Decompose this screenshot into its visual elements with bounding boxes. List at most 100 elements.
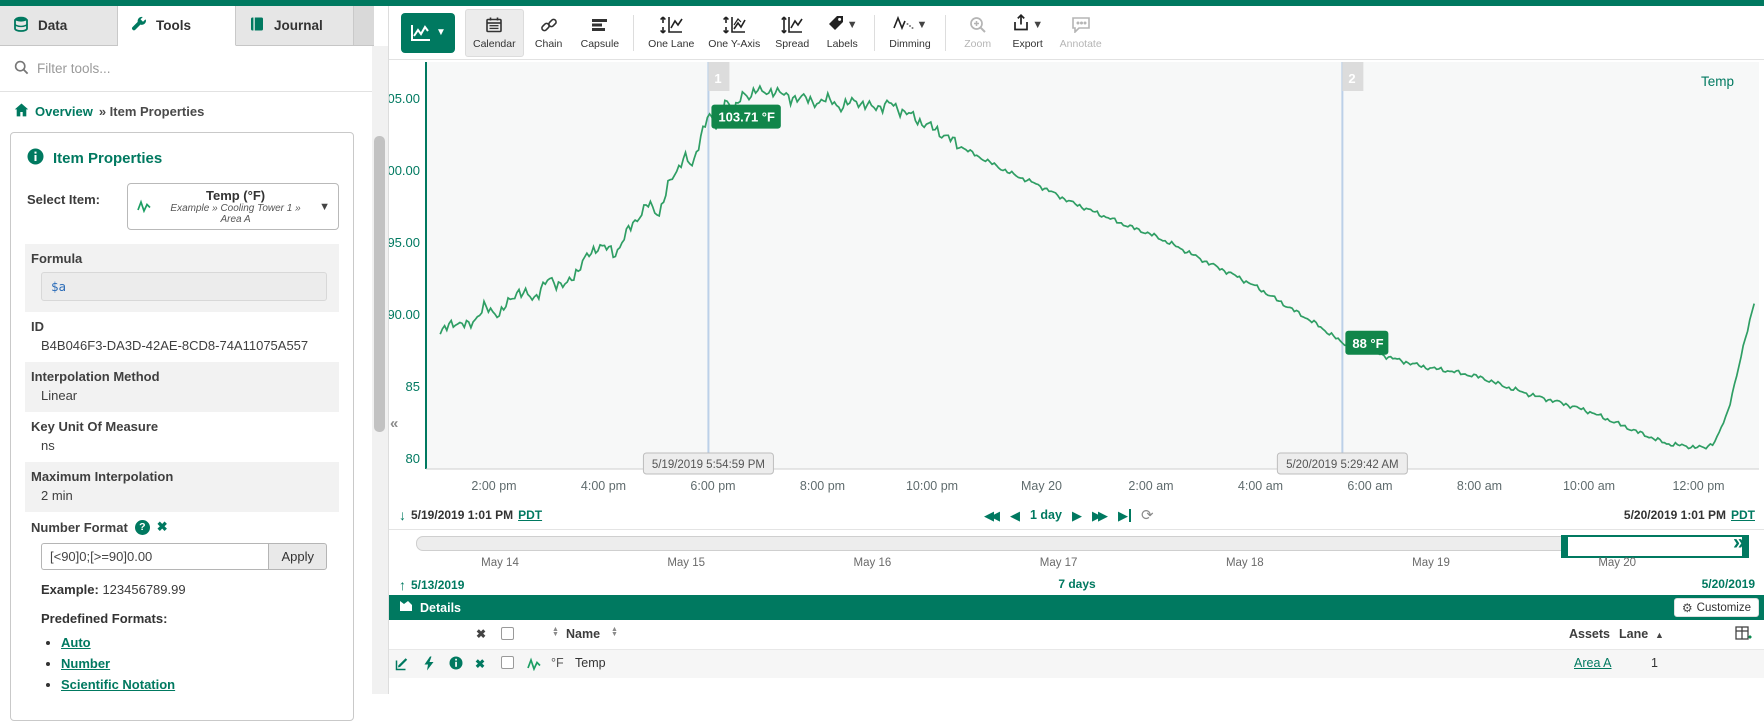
- display-range-start: 5/19/2019 1:01 PM: [411, 508, 513, 522]
- tool-annotate-label: Annotate: [1060, 38, 1102, 50]
- x-tick-label: 12:00 pm: [1672, 479, 1724, 493]
- divider: [389, 529, 1764, 530]
- tab-data[interactable]: Data: [0, 6, 118, 45]
- one-y-axis-icon: [722, 15, 746, 34]
- list-item: Auto: [61, 632, 331, 653]
- edit-icon[interactable]: [395, 656, 410, 674]
- step-forward-much-button[interactable]: ▶▶: [1092, 509, 1108, 522]
- tool-one-lane[interactable]: One Lane: [641, 9, 701, 57]
- format-number-link[interactable]: Number: [61, 656, 110, 671]
- column-name-header[interactable]: Name: [566, 627, 600, 641]
- customize-button[interactable]: ⚙ Customize: [1674, 598, 1759, 617]
- clear-format-icon[interactable]: ✖: [157, 519, 168, 535]
- home-icon[interactable]: [14, 103, 29, 120]
- x-tick-label: 2:00 am: [1128, 479, 1173, 493]
- y-tick-label: 100.00: [389, 163, 420, 178]
- max-interpolation-value: 2 min: [31, 484, 331, 503]
- tool-chain-label: Chain: [535, 38, 562, 50]
- range-axis-labels: May 14May 15May 16May 17May 18May 19May …: [389, 557, 1764, 573]
- investigate-start-date: 5/13/2019: [411, 578, 464, 592]
- sort-icon[interactable]: ▲▼: [552, 627, 559, 637]
- y-tick-label: 85: [406, 379, 420, 394]
- step-size-label[interactable]: 1 day: [1030, 508, 1062, 522]
- chevron-down-icon: ▼: [917, 19, 928, 31]
- tab-data-label: Data: [38, 18, 67, 33]
- help-icon[interactable]: ?: [135, 520, 150, 535]
- tool-chain[interactable]: Chain: [524, 9, 574, 57]
- asset-link[interactable]: Area A: [1574, 656, 1612, 670]
- tool-spread[interactable]: Spread: [767, 9, 817, 57]
- tool-labels[interactable]: ▼ Labels: [817, 9, 867, 57]
- lightning-icon[interactable]: [423, 656, 435, 674]
- example-value: 123456789.99: [102, 582, 185, 597]
- sidebar-collapse-handle[interactable]: «: [390, 413, 405, 435]
- filter-tools-input[interactable]: [37, 61, 317, 76]
- view-selector-button[interactable]: ▼: [401, 13, 455, 53]
- tool-zoom[interactable]: Zoom: [953, 9, 1003, 57]
- trend-chart[interactable]: 105.00100.0095.0090.0085802:00 pm4:00 pm…: [389, 60, 1764, 500]
- tool-annotate[interactable]: Annotate: [1053, 9, 1109, 57]
- step-back-much-button[interactable]: ◀◀: [984, 509, 1000, 522]
- format-auto-link[interactable]: Auto: [61, 635, 91, 650]
- sort-icon[interactable]: ▲▼: [611, 627, 618, 637]
- column-assets-header[interactable]: Assets: [1569, 627, 1610, 641]
- tool-one-y-axis[interactable]: One Y-Axis: [701, 9, 767, 57]
- select-all-checkbox[interactable]: [501, 627, 514, 640]
- tool-one-lane-label: One Lane: [648, 38, 694, 50]
- investigate-duration[interactable]: 7 days: [1058, 577, 1095, 591]
- formula-box[interactable]: $a: [41, 272, 327, 301]
- sidebar-scrollbar-thumb[interactable]: [374, 136, 385, 432]
- format-scientific-link[interactable]: Scientific Notation: [61, 677, 175, 692]
- step-to-end-button[interactable]: ▶: [1118, 509, 1131, 522]
- select-item-row: Select Item: Temp (°F) Example » Cooling…: [25, 183, 339, 244]
- tab-journal[interactable]: Journal: [236, 6, 354, 45]
- chevron-down-icon: ▼: [319, 201, 330, 213]
- range-slider-right-handle[interactable]: [1742, 535, 1749, 558]
- info-circle-icon: [27, 148, 44, 169]
- info-circle-icon[interactable]: [449, 656, 463, 673]
- tool-calendar[interactable]: Calendar: [465, 9, 524, 57]
- number-format-input[interactable]: [41, 543, 268, 570]
- tool-capsule[interactable]: Capsule: [574, 9, 627, 57]
- step-back-button[interactable]: ◀: [1010, 509, 1020, 522]
- tool-export[interactable]: ▼ Export: [1003, 9, 1053, 57]
- timezone-link[interactable]: PDT: [518, 508, 542, 522]
- panel-title-row: Item Properties: [25, 146, 339, 183]
- series-legend-label[interactable]: Temp: [1701, 74, 1734, 89]
- refresh-icon[interactable]: ⟳: [1141, 506, 1154, 524]
- tool-dimming[interactable]: ▼ Dimming: [882, 9, 937, 57]
- plot-area[interactable]: [426, 62, 1759, 469]
- auto-update-icon[interactable]: »: [1733, 531, 1743, 555]
- property-key-unit: Key Unit Of Measure ns: [25, 412, 339, 462]
- sidebar-scrollbar-track[interactable]: [372, 46, 388, 694]
- tab-tools[interactable]: Tools: [118, 6, 236, 46]
- capsule-cursor-number: 1: [714, 71, 721, 86]
- range-slider-track[interactable]: [416, 536, 1723, 551]
- remove-all-icon[interactable]: ✖: [476, 627, 486, 641]
- chevron-down-icon: ▼: [1032, 19, 1043, 31]
- lane-value: 1: [1651, 656, 1658, 670]
- display-range-end: 5/20/2019 1:01 PM: [1624, 508, 1726, 522]
- table-row[interactable]: ✖ °F Temp Area A 1: [389, 650, 1764, 678]
- range-slider-left-handle[interactable]: [1561, 535, 1568, 558]
- y-tick-label: 95.00: [389, 235, 420, 250]
- toolbar-separator: [633, 15, 634, 51]
- column-lane-header[interactable]: Lane: [1619, 627, 1648, 641]
- apply-button[interactable]: Apply: [268, 543, 327, 570]
- remove-item-icon[interactable]: ✖: [475, 657, 485, 671]
- id-label: ID: [31, 319, 331, 334]
- details-chart-icon: [399, 600, 413, 615]
- trend-toolbar: ▼ Calendar Chain Capsule One Lane: [389, 6, 1764, 60]
- breadcrumb-overview-link[interactable]: Overview: [35, 104, 93, 119]
- tool-calendar-label: Calendar: [473, 38, 516, 50]
- step-forward-button[interactable]: ▶: [1072, 509, 1082, 522]
- y-tick-label: 90.00: [389, 307, 420, 322]
- range-slider-window[interactable]: [1561, 535, 1749, 558]
- timezone-link[interactable]: PDT: [1731, 508, 1755, 522]
- tab-journal-label: Journal: [274, 18, 323, 33]
- row-checkbox[interactable]: [501, 656, 514, 669]
- add-column-icon[interactable]: [1735, 626, 1752, 644]
- item-select-dropdown[interactable]: Temp (°F) Example » Cooling Tower 1 » Ar…: [127, 183, 339, 230]
- sort-asc-icon[interactable]: ▲: [1655, 630, 1664, 640]
- calendar-icon: [485, 15, 503, 34]
